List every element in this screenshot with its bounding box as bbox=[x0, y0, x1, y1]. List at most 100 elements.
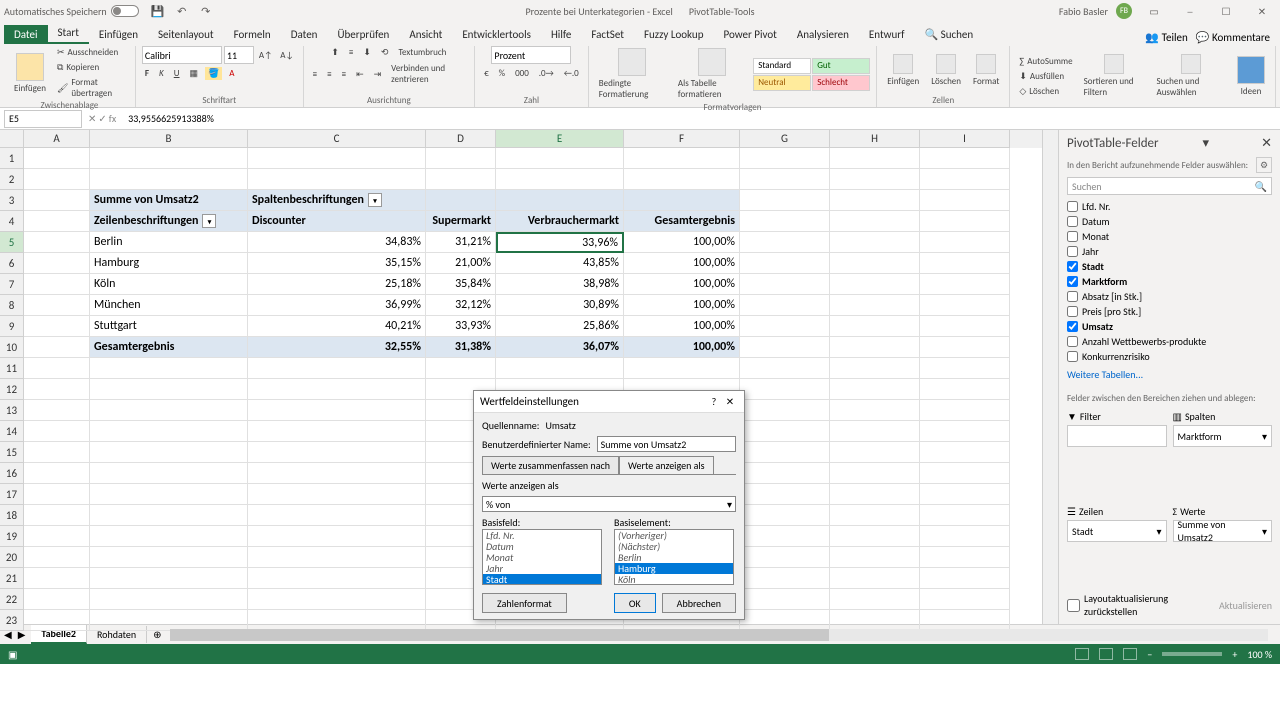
undo-icon[interactable]: ↶ bbox=[175, 4, 189, 18]
cell[interactable]: 31,38% bbox=[426, 337, 496, 358]
cell[interactable] bbox=[248, 169, 426, 190]
dec-inc-icon[interactable]: .0→ bbox=[536, 67, 557, 80]
row-header[interactable]: 22 bbox=[0, 589, 24, 610]
copy-button[interactable]: ⧉ Kopieren bbox=[54, 61, 129, 74]
cell[interactable]: 100,00% bbox=[624, 337, 740, 358]
cell[interactable] bbox=[24, 547, 90, 568]
cell[interactable] bbox=[920, 274, 1010, 295]
avatar[interactable]: FB bbox=[1116, 3, 1132, 19]
col-header-h[interactable]: H bbox=[830, 130, 920, 148]
row-header[interactable]: 20 bbox=[0, 547, 24, 568]
cell[interactable] bbox=[24, 568, 90, 589]
cell[interactable] bbox=[830, 589, 920, 610]
row-header[interactable]: 9 bbox=[0, 316, 24, 337]
cell[interactable] bbox=[920, 211, 1010, 232]
cell[interactable] bbox=[740, 379, 830, 400]
cell[interactable] bbox=[920, 484, 1010, 505]
cell[interactable] bbox=[830, 526, 920, 547]
comments-button[interactable]: 💬 Kommentare bbox=[1196, 31, 1270, 44]
indent-inc-icon[interactable]: ⇥ bbox=[371, 62, 385, 86]
as-table-button[interactable]: Als Tabelle formatieren bbox=[674, 46, 749, 102]
search-menu[interactable]: 🔍 Suchen bbox=[914, 25, 983, 44]
cell[interactable] bbox=[830, 442, 920, 463]
tab-file[interactable]: Datei bbox=[4, 25, 48, 44]
cell[interactable]: Gesamtergebnis bbox=[624, 211, 740, 232]
cell[interactable] bbox=[830, 232, 920, 253]
cell[interactable] bbox=[830, 295, 920, 316]
fx-confirm-icon[interactable]: ✓ bbox=[98, 112, 106, 125]
defer-layout-checkbox[interactable] bbox=[1067, 599, 1080, 612]
row-header[interactable]: 10 bbox=[0, 337, 24, 358]
row-header[interactable]: 15 bbox=[0, 442, 24, 463]
tab-daten[interactable]: Daten bbox=[281, 25, 328, 44]
tab-start[interactable]: Start bbox=[48, 23, 89, 44]
tab-powerpivot[interactable]: Power Pivot bbox=[713, 25, 786, 44]
bold-button[interactable]: F bbox=[142, 67, 152, 80]
cell[interactable] bbox=[920, 190, 1010, 211]
field-item[interactable]: Marktform bbox=[1067, 274, 1272, 289]
thousands-icon[interactable]: 000 bbox=[512, 67, 532, 80]
number-format-button[interactable]: Zahlenformat bbox=[482, 593, 567, 613]
cell[interactable] bbox=[920, 568, 1010, 589]
ideas-button[interactable]: Ideen bbox=[1233, 54, 1269, 99]
dialog-tab-showas[interactable]: Werte anzeigen als bbox=[619, 456, 714, 474]
cell[interactable] bbox=[248, 463, 426, 484]
cell[interactable]: Zeilenbeschriftungen▾ bbox=[90, 211, 248, 232]
cell[interactable] bbox=[496, 190, 624, 211]
cell[interactable]: 32,12% bbox=[426, 295, 496, 316]
cell[interactable] bbox=[248, 568, 426, 589]
cell[interactable] bbox=[740, 211, 830, 232]
cell[interactable] bbox=[24, 316, 90, 337]
row-header[interactable]: 14 bbox=[0, 421, 24, 442]
cell[interactable] bbox=[920, 421, 1010, 442]
cell[interactable] bbox=[830, 274, 920, 295]
align-bot-icon[interactable]: ⬇ bbox=[360, 46, 374, 59]
cell[interactable]: 100,00% bbox=[624, 274, 740, 295]
cell[interactable] bbox=[248, 442, 426, 463]
save-icon[interactable]: 💾 bbox=[151, 4, 165, 18]
style-neutral[interactable]: Neutral bbox=[753, 75, 811, 91]
cell[interactable] bbox=[24, 148, 90, 169]
record-macro-icon[interactable]: ▣ bbox=[8, 648, 17, 661]
row-header[interactable]: 4 bbox=[0, 211, 24, 232]
zoom-slider[interactable] bbox=[1162, 652, 1222, 656]
cell[interactable] bbox=[740, 442, 830, 463]
paste-button[interactable]: Einfügen bbox=[10, 51, 50, 96]
cell[interactable] bbox=[24, 169, 90, 190]
row-header[interactable]: 18 bbox=[0, 505, 24, 526]
cell[interactable]: 100,00% bbox=[624, 316, 740, 337]
zoom-in-icon[interactable]: + bbox=[1232, 648, 1237, 661]
cell[interactable] bbox=[248, 379, 426, 400]
cell[interactable] bbox=[830, 400, 920, 421]
cell[interactable] bbox=[740, 589, 830, 610]
col-header-b[interactable]: B bbox=[90, 130, 248, 148]
cell[interactable] bbox=[830, 253, 920, 274]
cell[interactable] bbox=[24, 379, 90, 400]
fill-color-button[interactable]: 🪣 bbox=[205, 67, 222, 80]
cell[interactable] bbox=[920, 295, 1010, 316]
ribbon-collapse-icon[interactable]: ▭ bbox=[1140, 3, 1168, 19]
cell[interactable] bbox=[920, 316, 1010, 337]
cell[interactable] bbox=[920, 463, 1010, 484]
cell[interactable]: Berlin bbox=[90, 232, 248, 253]
cell[interactable] bbox=[248, 547, 426, 568]
cell[interactable] bbox=[830, 421, 920, 442]
cell[interactable] bbox=[90, 547, 248, 568]
style-standard[interactable]: Standard bbox=[753, 58, 811, 74]
cell[interactable]: 31,21% bbox=[426, 232, 496, 253]
cell[interactable]: 34,83% bbox=[248, 232, 426, 253]
cell[interactable]: 32,55% bbox=[248, 337, 426, 358]
cell[interactable] bbox=[24, 610, 90, 631]
cell[interactable] bbox=[24, 463, 90, 484]
cell[interactable] bbox=[920, 442, 1010, 463]
cell[interactable] bbox=[24, 400, 90, 421]
row-header[interactable]: 19 bbox=[0, 526, 24, 547]
ok-button[interactable]: OK bbox=[614, 593, 656, 613]
panel-close-icon[interactable]: ✕ bbox=[1261, 136, 1272, 151]
row-header[interactable]: 8 bbox=[0, 295, 24, 316]
cell[interactable] bbox=[830, 505, 920, 526]
cell[interactable] bbox=[740, 232, 830, 253]
field-item[interactable]: Lfd. Nr. bbox=[1067, 199, 1272, 214]
font-color-button[interactable]: A bbox=[226, 67, 237, 80]
cell[interactable] bbox=[624, 358, 740, 379]
